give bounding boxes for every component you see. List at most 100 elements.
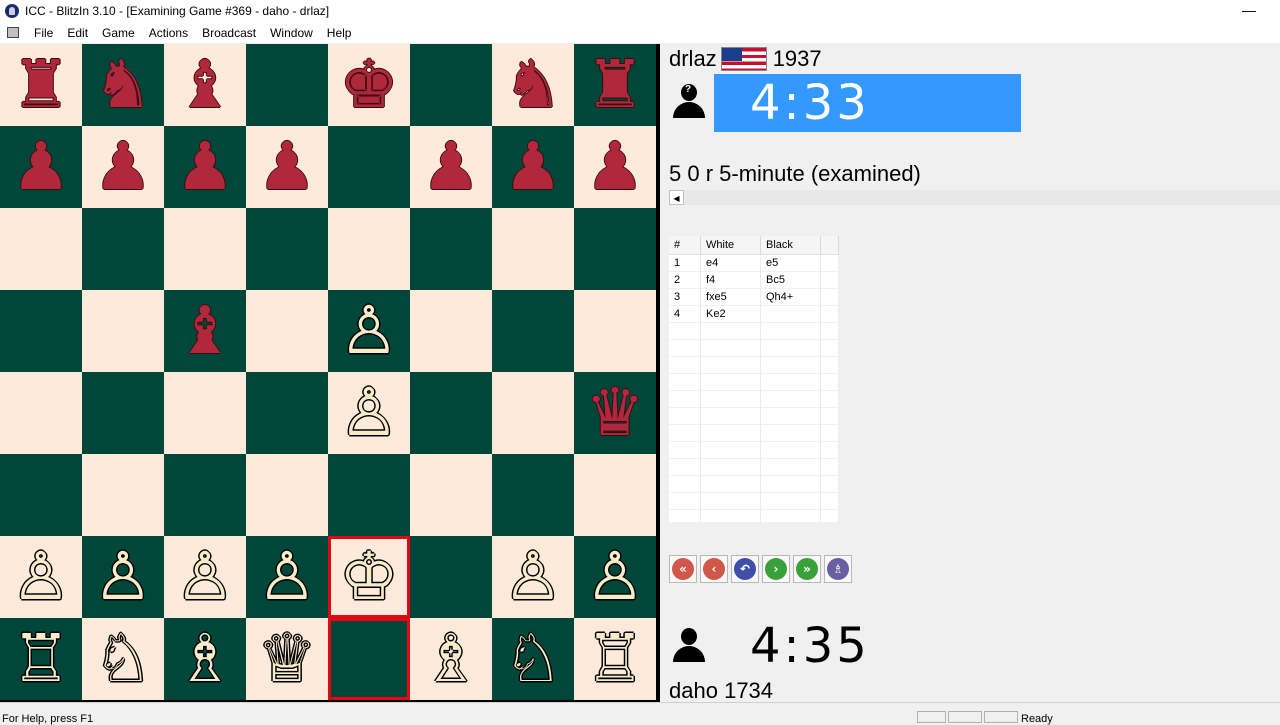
piece-c2[interactable]: ♙ xyxy=(175,544,234,610)
menu-file[interactable]: File xyxy=(27,23,60,43)
square-f8[interactable] xyxy=(410,44,492,126)
square-c1[interactable]: ♗ xyxy=(164,618,246,700)
piece-a2[interactable]: ♙ xyxy=(11,544,70,610)
square-c3[interactable] xyxy=(164,454,246,536)
col-white-header[interactable]: White xyxy=(701,236,761,254)
piece-c5[interactable]: ♝ xyxy=(175,298,234,364)
square-g3[interactable] xyxy=(492,454,574,536)
square-b3[interactable] xyxy=(82,454,164,536)
square-e2[interactable]: ♔ xyxy=(328,536,410,618)
square-g2[interactable]: ♙ xyxy=(492,536,574,618)
square-e8[interactable]: ♚ xyxy=(328,44,410,126)
square-b7[interactable]: ♟ xyxy=(82,126,164,208)
piece-f1[interactable]: ♗ xyxy=(421,626,480,692)
square-d5[interactable] xyxy=(246,290,328,372)
square-h4[interactable]: ♛ xyxy=(574,372,656,454)
minimize-button[interactable]: — xyxy=(1226,0,1272,22)
piece-g8[interactable]: ♞ xyxy=(503,52,562,118)
square-c5[interactable]: ♝ xyxy=(164,290,246,372)
square-e6[interactable] xyxy=(328,208,410,290)
square-f2[interactable] xyxy=(410,536,492,618)
square-c4[interactable] xyxy=(164,372,246,454)
square-h7[interactable]: ♟ xyxy=(574,126,656,208)
bottom-player-avatar-icon[interactable] xyxy=(672,628,706,662)
menu-actions[interactable]: Actions xyxy=(142,23,195,43)
menu-window[interactable]: Window xyxy=(263,23,320,43)
menu-edit[interactable]: Edit xyxy=(60,23,95,43)
square-c7[interactable]: ♟ xyxy=(164,126,246,208)
piece-h4[interactable]: ♛ xyxy=(585,380,644,446)
bottom-player-name[interactable]: daho xyxy=(669,678,718,703)
scrollbar-track[interactable] xyxy=(684,190,1280,205)
square-d1[interactable]: ♕ xyxy=(246,618,328,700)
square-f5[interactable] xyxy=(410,290,492,372)
piece-d7[interactable]: ♟ xyxy=(257,134,316,200)
square-f7[interactable]: ♟ xyxy=(410,126,492,208)
square-c6[interactable] xyxy=(164,208,246,290)
square-f4[interactable] xyxy=(410,372,492,454)
menu-game[interactable]: Game xyxy=(95,23,142,43)
piece-g1[interactable]: ♘ xyxy=(503,626,562,692)
forward-button[interactable]: › xyxy=(762,555,790,583)
square-h2[interactable]: ♙ xyxy=(574,536,656,618)
piece-a8[interactable]: ♜ xyxy=(11,52,70,118)
square-b4[interactable] xyxy=(82,372,164,454)
square-a7[interactable]: ♟ xyxy=(0,126,82,208)
piece-e4[interactable]: ♙ xyxy=(339,380,398,446)
square-h1[interactable]: ♖ xyxy=(574,618,656,700)
piece-f7[interactable]: ♟ xyxy=(421,134,480,200)
piece-e2[interactable]: ♔ xyxy=(339,544,398,610)
square-e4[interactable]: ♙ xyxy=(328,372,410,454)
piece-c7[interactable]: ♟ xyxy=(175,134,234,200)
piece-c8[interactable]: ♝ xyxy=(175,52,234,118)
piece-h2[interactable]: ♙ xyxy=(585,544,644,610)
square-b5[interactable] xyxy=(82,290,164,372)
square-h8[interactable]: ♜ xyxy=(574,44,656,126)
square-a5[interactable] xyxy=(0,290,82,372)
square-d3[interactable] xyxy=(246,454,328,536)
move-row[interactable]: 2 f4 Bc5 xyxy=(669,272,839,289)
last-move-button[interactable]: » xyxy=(793,555,821,583)
piece-e8[interactable]: ♚ xyxy=(339,52,398,118)
top-player-avatar-icon[interactable]: ? xyxy=(672,84,706,118)
square-f3[interactable] xyxy=(410,454,492,536)
back-button[interactable]: ‹ xyxy=(700,555,728,583)
square-e5[interactable]: ♙ xyxy=(328,290,410,372)
move-row[interactable]: 1 e4 e5 xyxy=(669,255,839,272)
piece-h8[interactable]: ♜ xyxy=(585,52,644,118)
piece-d1[interactable]: ♕ xyxy=(257,626,316,692)
square-d7[interactable]: ♟ xyxy=(246,126,328,208)
moves-table[interactable]: # White Black 1 e4 e5 2 f4 Bc5 3 fxe5 Qh4+ 4 Ke2 xyxy=(669,236,839,527)
square-h5[interactable] xyxy=(574,290,656,372)
square-g8[interactable]: ♞ xyxy=(492,44,574,126)
square-e3[interactable] xyxy=(328,454,410,536)
square-d4[interactable] xyxy=(246,372,328,454)
square-b1[interactable]: ♘ xyxy=(82,618,164,700)
top-player-name[interactable]: drlaz xyxy=(669,46,717,72)
piece-b2[interactable]: ♙ xyxy=(93,544,152,610)
square-h6[interactable] xyxy=(574,208,656,290)
square-a6[interactable] xyxy=(0,208,82,290)
piece-h7[interactable]: ♟ xyxy=(585,134,644,200)
square-g6[interactable] xyxy=(492,208,574,290)
square-a1[interactable]: ♖ xyxy=(0,618,82,700)
square-e1[interactable] xyxy=(328,618,410,700)
piece-e5[interactable]: ♙ xyxy=(339,298,398,364)
square-e7[interactable] xyxy=(328,126,410,208)
piece-d2[interactable]: ♙ xyxy=(257,544,316,610)
menu-broadcast[interactable]: Broadcast xyxy=(195,23,263,43)
piece-g2[interactable]: ♙ xyxy=(503,544,562,610)
square-a3[interactable] xyxy=(0,454,82,536)
square-g5[interactable] xyxy=(492,290,574,372)
square-b2[interactable]: ♙ xyxy=(82,536,164,618)
square-a8[interactable]: ♜ xyxy=(0,44,82,126)
square-f6[interactable] xyxy=(410,208,492,290)
piece-a7[interactable]: ♟ xyxy=(11,134,70,200)
square-g7[interactable]: ♟ xyxy=(492,126,574,208)
piece-g7[interactable]: ♟ xyxy=(503,134,562,200)
piece-b1[interactable]: ♘ xyxy=(93,626,152,692)
square-f1[interactable]: ♗ xyxy=(410,618,492,700)
undo-button[interactable]: ↶ xyxy=(731,555,759,583)
square-c2[interactable]: ♙ xyxy=(164,536,246,618)
piece-h1[interactable]: ♖ xyxy=(585,626,644,692)
